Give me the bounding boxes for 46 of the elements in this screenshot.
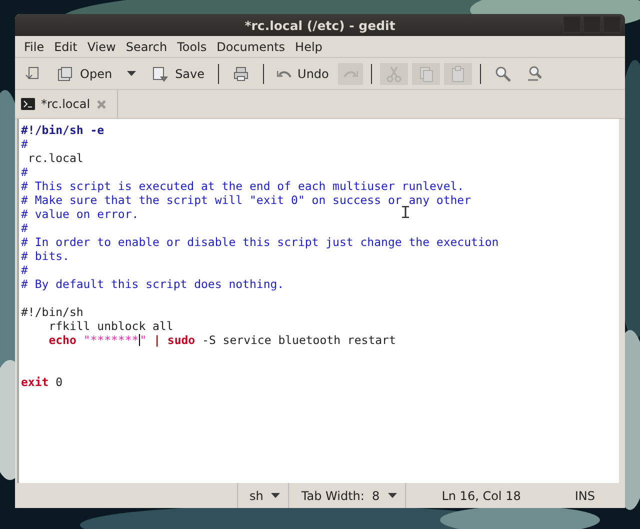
- undo-icon: [276, 70, 292, 78]
- code-line: # Make sure that the script will "exit 0" on success or any other: [21, 193, 472, 207]
- close-icon[interactable]: [96, 98, 108, 110]
- status-text: INS: [574, 488, 596, 502]
- menu-item[interactable]: Edit: [49, 40, 82, 54]
- printer-icon: [232, 64, 250, 82]
- code-line: rfkill unblock all: [48, 319, 174, 333]
- code-line: #: [21, 221, 28, 235]
- terminal-icon: [21, 98, 35, 110]
- caret-icon: [271, 493, 280, 498]
- menu-item[interactable]: Documents: [212, 40, 290, 54]
- code-line: # In order to enable or disable this script just change the execution: [21, 235, 499, 249]
- menu-item[interactable]: Search: [120, 40, 172, 54]
- toolbar-button[interactable]: Open: [51, 62, 118, 84]
- code-line: # This script is executed at the end of each multiuser runlevel.: [21, 179, 464, 193]
- redo-icon: [342, 70, 358, 78]
- status-dropdown[interactable]: Tab Width: 8: [289, 483, 406, 508]
- code-line: # value on error.: [21, 207, 139, 221]
- code-line: rc.local: [26, 151, 84, 165]
- mouse-cursor-icon: [402, 206, 409, 218]
- code-line: #!/bin/sh -e: [21, 123, 104, 137]
- text-cursor: [138, 334, 140, 346]
- menu-item[interactable]: View: [82, 40, 121, 54]
- code-line: #: [21, 165, 28, 179]
- code-line: echo "*******" | sudo -S service bluetooth restart: [48, 333, 396, 347]
- menu-item[interactable]: Help: [290, 40, 328, 54]
- code-line: #: [21, 263, 28, 277]
- code-line: # By default this script does nothing.: [21, 277, 284, 291]
- caret-icon: [388, 493, 397, 498]
- text-editor[interactable]: [17, 119, 619, 483]
- scissors-icon: [384, 64, 403, 82]
- menu-item[interactable]: File: [19, 40, 50, 54]
- toolbar-button[interactable]: Undo: [272, 62, 334, 84]
- code-line: #!/bin/sh: [21, 305, 84, 319]
- code-line: exit 0: [21, 375, 63, 389]
- code-line: #: [21, 137, 28, 151]
- window-title: *rc.local (/etc) - gedit: [244, 18, 396, 32]
- status-text: Ln 16, Col 18: [440, 488, 522, 502]
- find-replace-icon: [526, 64, 544, 82]
- close-button[interactable]: [603, 16, 621, 33]
- search-icon: [494, 64, 512, 82]
- caret-icon[interactable]: [127, 71, 136, 76]
- menu-item[interactable]: Tools: [172, 40, 212, 54]
- code-line: # bits.: [21, 249, 70, 263]
- status-dropdown[interactable]: sh: [238, 483, 290, 508]
- toolbar-button[interactable]: Save: [146, 62, 210, 84]
